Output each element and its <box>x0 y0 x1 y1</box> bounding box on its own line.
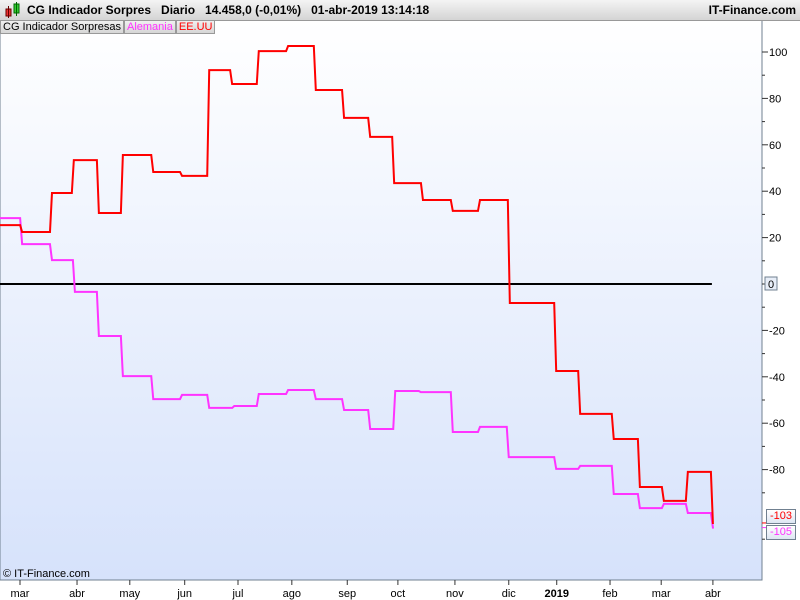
x-tick-label: may <box>119 588 140 600</box>
x-tick-label: ago <box>283 588 301 600</box>
y-tick-label: -60 <box>769 418 785 430</box>
title-bar: CG Indicador Sorpres Diario 14.458,0 (-0… <box>0 0 800 21</box>
x-tick-label: mar <box>11 588 30 600</box>
y-tick-label: 60 <box>769 140 781 152</box>
y-tick-label: 80 <box>769 93 781 105</box>
x-tick-label: feb <box>602 588 617 600</box>
x-tick-label: 2019 <box>544 588 568 600</box>
period: Diario <box>161 3 196 17</box>
legend: CG Indicador Sorpresas Alemania EE.UU <box>0 20 216 34</box>
x-tick-label: mar <box>652 588 671 600</box>
legend-alemania[interactable]: Alemania <box>124 20 176 34</box>
x-tick-label: oct <box>391 588 406 600</box>
last-value-alemania: -105 <box>766 525 797 540</box>
price: 14.458,0 (-0,01%) <box>205 3 302 17</box>
x-tick-label: abr <box>705 588 721 600</box>
candlestick-icon <box>5 2 20 18</box>
plot-area <box>0 19 763 581</box>
copyright: © IT-Finance.com <box>3 568 90 580</box>
y-tick-label: -80 <box>769 465 785 477</box>
y-tick-label: 20 <box>769 233 781 245</box>
chart: 100 80 60 40 20 0 -20 -40 -60 -80 mar abr may jun jul a… <box>0 19 787 600</box>
legend-eeuu[interactable]: EE.UU <box>175 20 216 34</box>
brand: IT-Finance.com <box>708 3 796 17</box>
x-tick-label: dic <box>502 588 517 600</box>
x-tick-label: jul <box>231 588 243 600</box>
x-tick-label: abr <box>69 588 85 600</box>
instrument-title: CG Indicador Sorpres <box>27 3 152 17</box>
y-tick-label: -20 <box>769 325 785 337</box>
x-tick-label: sep <box>338 588 356 600</box>
x-tick-label: jun <box>176 588 192 600</box>
last-value-eeuu: -103 <box>766 509 797 524</box>
y-tick-label: 0 <box>768 279 774 291</box>
y-tick-label: 100 <box>769 47 787 59</box>
y-tick-label: -40 <box>769 372 785 384</box>
x-tick-label: nov <box>446 588 464 600</box>
y-tick-label: 40 <box>769 186 781 198</box>
datetime: 01-abr-2019 13:14:18 <box>311 3 430 17</box>
legend-indicator[interactable]: CG Indicador Sorpresas <box>0 20 124 34</box>
